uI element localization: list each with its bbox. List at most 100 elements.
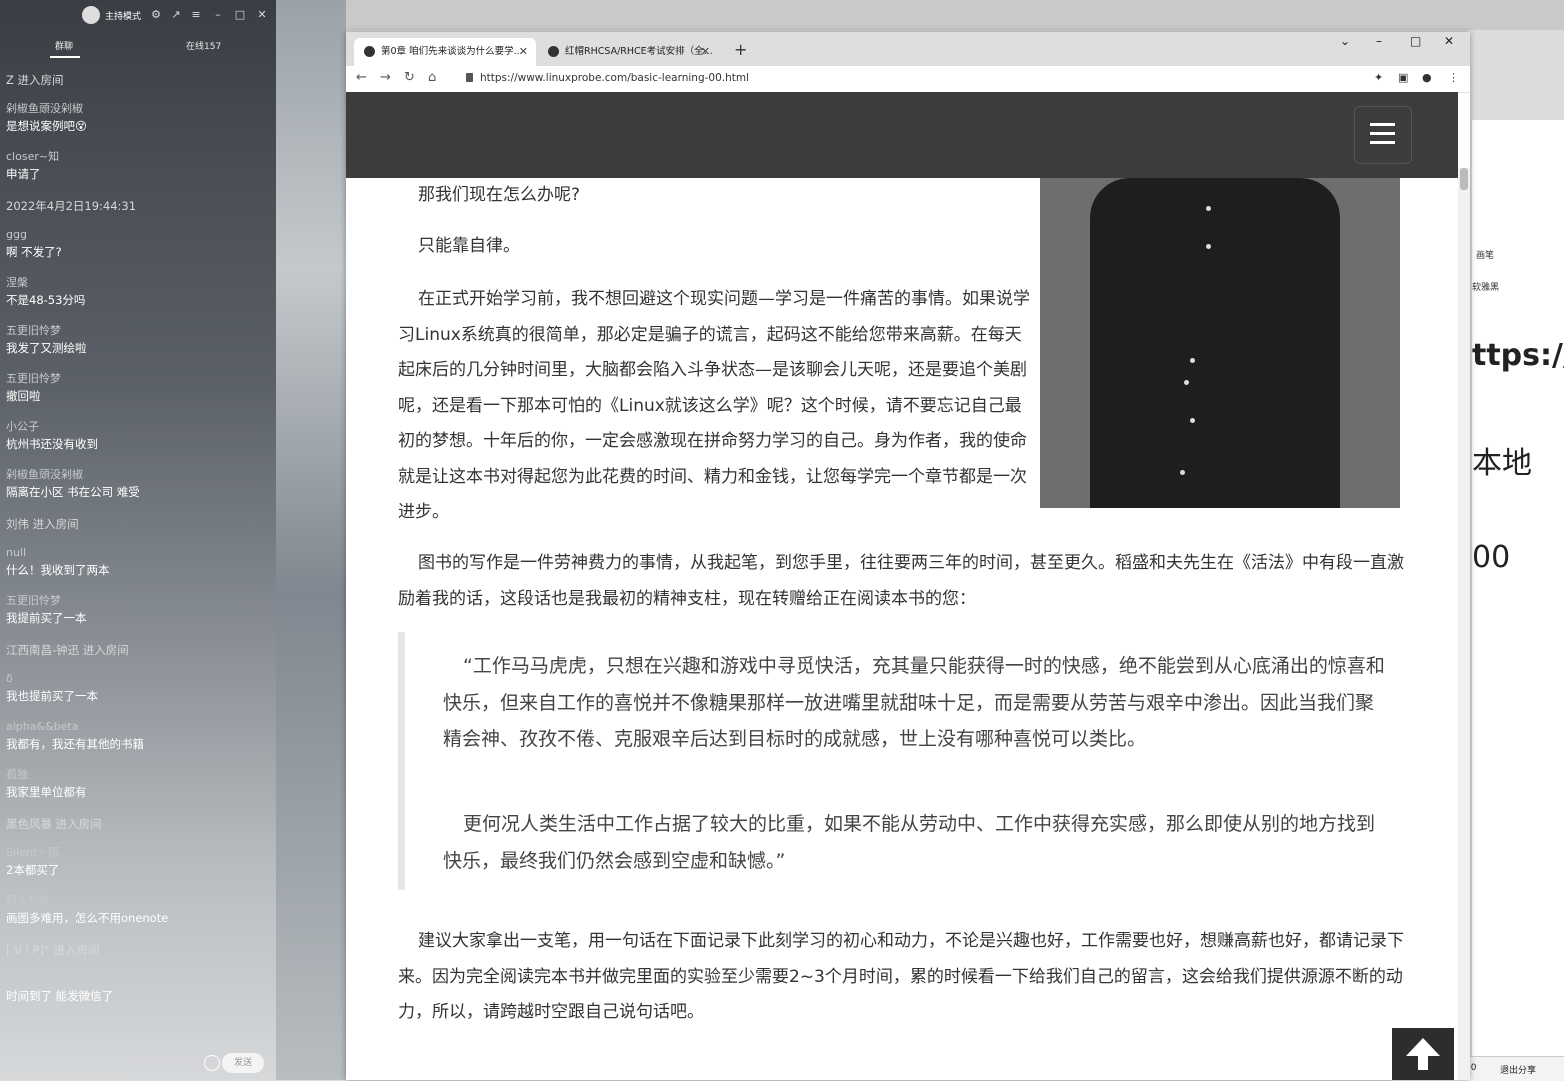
chat-panel: 主持模式 ⚙ ↗ ≡ – □ ✕ 群聊 在线157 Z 进入房间 剁椒鱼頭没剁椒是… xyxy=(0,0,276,1080)
message-user: 五更旧怜梦 xyxy=(6,594,61,607)
message-text: 我也提前买了一本 xyxy=(6,689,98,703)
sidebar-icon[interactable]: ▣ xyxy=(1398,71,1408,84)
browser-tab[interactable]: 红帽RHCSA/RHCE考试安排（全... ✕ xyxy=(538,38,718,66)
menu-icon[interactable]: ≡ xyxy=(190,9,202,21)
chat-message: 五更旧怜梦 撤回啦 xyxy=(6,372,271,404)
message-text: 时间到了 能发微信了 xyxy=(6,989,114,1003)
message-text: 江西南昌-钟迅 进入房间 xyxy=(6,643,129,657)
desktop-background-top xyxy=(276,0,1564,30)
background-label: 软雅黑 xyxy=(1472,283,1500,293)
message-user: null xyxy=(6,546,27,559)
message-text: 我发了又测绘啦 xyxy=(6,341,87,355)
chat-input-bar: 发送 xyxy=(0,1050,276,1078)
lock-icon xyxy=(466,73,473,82)
chat-titlebar: 主持模式 ⚙ ↗ ≡ – □ ✕ xyxy=(0,0,276,32)
extensions-icon[interactable]: ✦ xyxy=(1374,71,1383,84)
background-text: ttps:// xyxy=(1472,338,1564,373)
chat-message: 五更旧怜梦我发了又测绘啦 xyxy=(6,324,271,356)
message-text: 杭州书还没有收到 xyxy=(6,437,98,451)
chat-message: closer~知 申请了 xyxy=(6,150,271,182)
url-field[interactable]: https://www.linuxprobe.com/basic-learnin… xyxy=(480,72,749,84)
profile-avatar[interactable]: ● xyxy=(1422,71,1432,84)
message-text: 什么！我收到了两本 xyxy=(6,563,110,577)
message-user: Silent丶陌 xyxy=(6,846,60,859)
message-text: 刘伟 进入房间 xyxy=(6,517,79,531)
message-user: 四月 xyxy=(6,972,28,985)
message-user: 剁椒鱼頭没剁椒 xyxy=(6,468,83,481)
tab-title: 第0章 咱们先来谈谈为什么要学... xyxy=(381,46,523,57)
address-bar: ← → ↻ ⌂ https://www.linuxprobe.com/basic… xyxy=(346,66,1470,93)
hamburger-menu-icon[interactable] xyxy=(1354,106,1412,164)
message-text: 我都有，我还有其他的书籍 xyxy=(6,737,144,751)
maximize-icon[interactable]: □ xyxy=(234,9,246,21)
message-user: alpha&&beta xyxy=(6,720,79,733)
background-text: 本地 xyxy=(1472,446,1532,481)
chat-message: 黑色风暴 进入房间 xyxy=(6,816,271,832)
home-icon[interactable]: ⌂ xyxy=(428,70,436,85)
browser-tab-active[interactable]: 第0章 咱们先来谈谈为什么要学... ✕ xyxy=(354,38,536,66)
chat-message: Z 进入房间 xyxy=(6,72,271,88)
message-text: 是想说案例吧😵 xyxy=(6,119,87,133)
reload-icon[interactable]: ↻ xyxy=(404,70,415,85)
more-menu-icon[interactable]: ⋮ xyxy=(1448,71,1459,84)
message-user: 五更旧怜梦 xyxy=(6,324,61,337)
settings-icon[interactable]: ⚙ xyxy=(150,9,162,21)
chat-message: 四月时间到了 能发微信了 xyxy=(6,972,271,1004)
chat-message: null 什么！我收到了两本 xyxy=(6,546,271,578)
app-logo-icon xyxy=(82,6,100,24)
scrollbar-thumb[interactable] xyxy=(1460,168,1468,190)
author-photo xyxy=(1040,178,1400,508)
message-text: 画图多难用，怎么不用onenote xyxy=(6,911,169,925)
message-user: 野人制作 xyxy=(6,894,50,907)
article-line: 那我们现在怎么办呢? xyxy=(418,185,581,205)
emoji-icon[interactable] xyxy=(204,1055,220,1071)
message-user: 小公子 xyxy=(6,420,39,433)
chat-message: 五更旧怜梦 我提前买了一本 xyxy=(6,594,271,626)
background-label: 画笔 xyxy=(1476,251,1495,261)
article-paragraph: 建议大家拿出一支笔，用一句话在下面记录下此刻学习的初心和动力，不论是兴趣也好，工… xyxy=(398,931,1404,1022)
minimize-icon[interactable]: – xyxy=(212,9,224,21)
stop-share-button[interactable]: 退出分享 xyxy=(1500,1063,1536,1076)
site-header xyxy=(346,92,1458,178)
popout-icon[interactable]: ↗ xyxy=(170,9,182,21)
close-tab-icon[interactable]: ✕ xyxy=(701,38,710,66)
back-icon[interactable]: ← xyxy=(356,70,367,85)
message-text: 啊 不发了? xyxy=(6,245,62,259)
message-user: 剁椒鱼頭没剁椒 xyxy=(6,102,83,115)
desktop-wallpaper-strip xyxy=(276,0,346,1080)
message-text: 不是48-53分吗 xyxy=(6,293,86,307)
close-icon[interactable]: ✕ xyxy=(256,9,268,21)
forward-icon[interactable]: → xyxy=(380,70,391,85)
message-user: δ xyxy=(6,672,13,685)
chat-message: δ 我也提前买了一本 xyxy=(6,672,271,704)
tab-search-icon[interactable]: ⌄ xyxy=(1340,34,1350,48)
chat-message: 野人制作画图多难用，怎么不用onenote xyxy=(6,894,271,926)
message-text: 隔离在小区 书在公司 难受 xyxy=(6,485,140,499)
minimize-icon[interactable]: – xyxy=(1376,34,1382,48)
browser-window: 第0章 咱们先来谈谈为什么要学... ✕ 红帽RHCSA/RHCE考试安排（全.… xyxy=(346,32,1470,1080)
chat-message: 剁椒鱼頭没剁椒 是想说案例吧😵 xyxy=(6,102,271,134)
photo-figure xyxy=(1090,178,1340,508)
message-user: 孤独 xyxy=(6,768,28,781)
chat-message: 涅槃 不是48-53分吗 xyxy=(6,276,271,308)
chat-message: 小公子杭州书还没有收到 xyxy=(6,420,271,452)
article-content: 那我们现在怎么办呢? 只能靠自律。 在正式开始学习前，我不想回避这个现实问题—学… xyxy=(346,178,1458,1080)
chat-message: 2022年4月2日19:44:31 xyxy=(6,198,271,214)
send-button[interactable]: 发送 xyxy=(222,1053,264,1073)
chat-message: 刘伟 进入房间 xyxy=(6,516,271,532)
chat-message: 江西南昌-钟迅 进入房间 xyxy=(6,642,271,658)
tab-online[interactable]: 在线157 xyxy=(186,39,221,52)
page-scrollbar[interactable] xyxy=(1458,168,1470,1080)
tab-group-chat[interactable]: 群聊 xyxy=(55,39,73,52)
quote-paragraph: “工作马马虎虎，只想在兴趣和游戏中寻觅快活，充其量只能获得一时的快感，绝不能尝到… xyxy=(443,655,1385,750)
message-user: closer~知 xyxy=(6,150,60,163)
close-window-icon[interactable]: ✕ xyxy=(1444,34,1454,48)
chat-message: alpha&&beta 我都有，我还有其他的书籍 xyxy=(6,720,271,752)
close-tab-icon[interactable]: ✕ xyxy=(519,38,528,66)
chat-tabs: 群聊 在线157 xyxy=(0,34,276,60)
background-text: 00 xyxy=(1472,540,1511,575)
new-tab-icon[interactable]: + xyxy=(734,40,747,59)
back-to-top-button[interactable] xyxy=(1392,1028,1454,1080)
message-text: 撤回啦 xyxy=(6,389,41,403)
maximize-icon[interactable]: □ xyxy=(1410,34,1421,48)
